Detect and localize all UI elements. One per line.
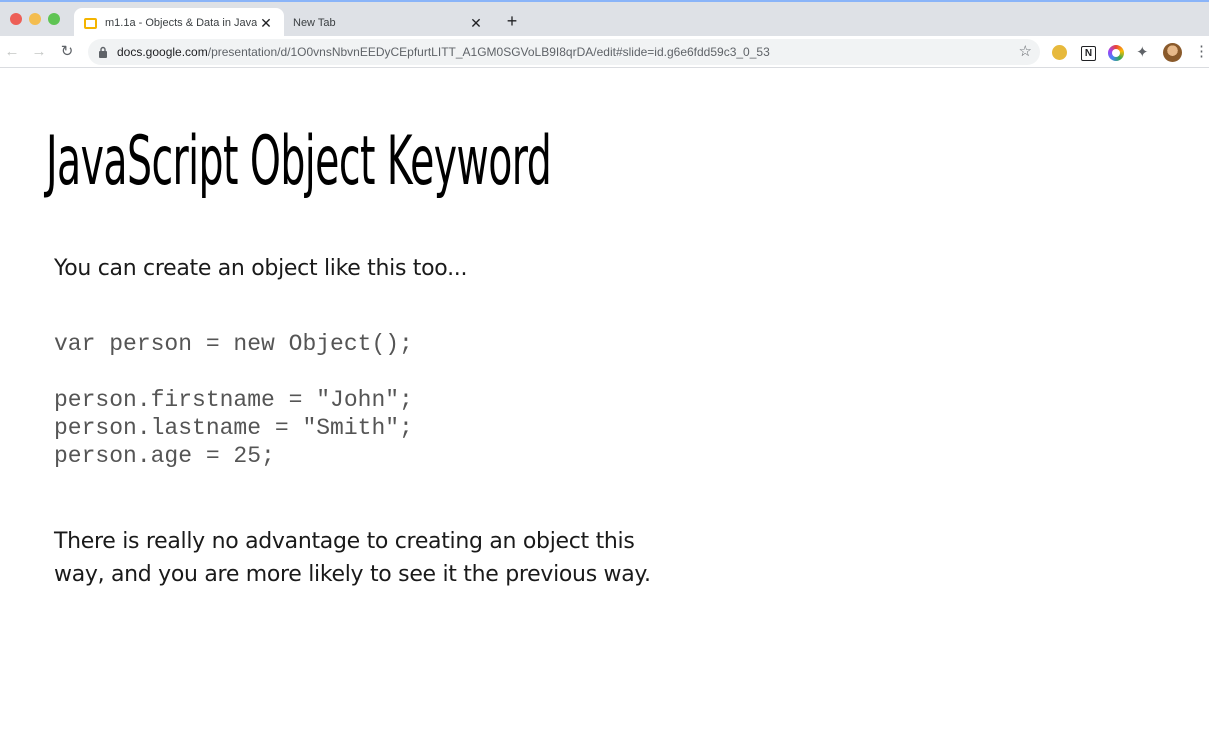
reload-button[interactable]: ↻ <box>57 42 77 62</box>
tab-strip: m1.1a - Objects & Data in Java ✕ New Tab… <box>0 0 1209 38</box>
outro-text: There is really no advantage to creating… <box>54 525 651 591</box>
tab-title: New Tab <box>293 17 336 29</box>
yellow-circle-extension-icon[interactable] <box>1052 45 1067 60</box>
address-bar[interactable]: docs.google.com/presentation/d/1O0vnsNbv… <box>88 39 1040 65</box>
code-line: person.lastname = "Smith"; <box>54 415 413 441</box>
extensions-puzzle-icon[interactable]: ✦ <box>1136 43 1149 61</box>
tab-new-tab[interactable]: New Tab ✕ <box>284 8 494 38</box>
url-text: docs.google.com/presentation/d/1O0vnsNbv… <box>117 45 770 59</box>
slide-title: JavaScript Object Keyword <box>46 122 552 201</box>
intro-text: You can create an object like this too..… <box>54 256 468 281</box>
window-minimize-button[interactable] <box>29 13 41 25</box>
close-icon[interactable]: ✕ <box>468 15 484 31</box>
outro-line: way, and you are more likely to see it t… <box>54 562 651 587</box>
back-button[interactable]: ← <box>2 42 22 62</box>
code-line: person.age = 25; <box>54 443 275 469</box>
window-maximize-button[interactable] <box>48 13 60 25</box>
url-host: docs.google.com <box>117 45 208 59</box>
lock-icon <box>99 46 107 58</box>
bookmark-star-icon[interactable]: ☆ <box>1019 42 1032 60</box>
code-line: var person = new Object(); <box>54 331 413 357</box>
forward-button[interactable]: → <box>29 42 49 62</box>
code-line: person.firstname = "John"; <box>54 387 413 413</box>
more-menu-icon[interactable]: ⋮ <box>1194 42 1209 60</box>
notion-extension-icon[interactable]: N <box>1081 46 1096 61</box>
outro-line: There is really no advantage to creating… <box>54 529 635 554</box>
url-path: /presentation/d/1O0vnsNbvnEEDyCEpfurtLIT… <box>207 45 770 59</box>
new-tab-button[interactable]: + <box>502 11 522 31</box>
color-picker-extension-icon[interactable] <box>1108 45 1124 61</box>
browser-toolbar: ← → ↻ docs.google.com/presentation/d/1O0… <box>0 36 1209 68</box>
tab-slides[interactable]: m1.1a - Objects & Data in Java ✕ <box>74 8 284 38</box>
profile-avatar[interactable] <box>1163 43 1182 62</box>
google-slides-icon <box>84 17 97 29</box>
tab-title: m1.1a - Objects & Data in Java <box>105 17 257 29</box>
window-close-button[interactable] <box>10 13 22 25</box>
close-icon[interactable]: ✕ <box>258 15 274 31</box>
